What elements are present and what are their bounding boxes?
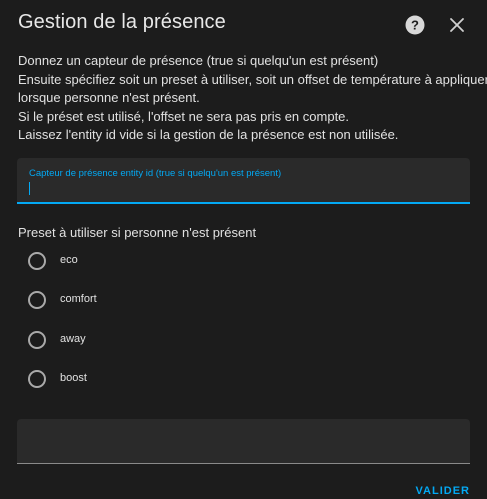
description-line: Laissez l'entity id vide si la gestion d…	[18, 127, 399, 142]
description-line: Ensuite spécifiez soit un preset à utili…	[18, 71, 487, 87]
preset-option-boost[interactable]: boost	[28, 370, 228, 390]
preset-option-label: boost	[60, 372, 87, 384]
radio-button-icon[interactable]	[28, 252, 46, 270]
preset-option-label: comfort	[60, 293, 97, 305]
preset-option-eco[interactable]: eco	[28, 252, 228, 272]
description-line: Donnez un capteur de présence (true si q…	[18, 53, 379, 68]
radio-button-icon[interactable]	[28, 291, 46, 309]
presence-sensor-label: Capteur de présence entity id (true si q…	[29, 168, 282, 179]
radio-button-icon[interactable]	[28, 331, 46, 349]
close-button[interactable]	[448, 16, 466, 34]
help-circle-icon: ?	[405, 15, 425, 35]
preset-option-label: eco	[60, 254, 78, 266]
dialog-title: Gestion de la présence	[18, 11, 226, 33]
description-line: lorsque personne n'est présent.	[18, 90, 200, 105]
preset-option-comfort[interactable]: comfort	[28, 291, 228, 311]
preset-option-away[interactable]: away	[28, 331, 228, 351]
submit-button[interactable]: VALIDER	[416, 485, 470, 497]
radio-button-icon[interactable]	[28, 370, 46, 388]
dialog-header: Gestion de la présence ?	[0, 0, 487, 52]
preset-section-label: Preset à utiliser si personne n'est prés…	[18, 225, 257, 240]
text-caret	[29, 182, 30, 195]
dialog-description: Donnez un capteur de présence (true si q…	[18, 52, 487, 145]
preset-option-label: away	[60, 333, 86, 345]
svg-text:?: ?	[411, 18, 419, 33]
presence-sensor-input[interactable]: Capteur de présence entity id (true si q…	[17, 158, 470, 204]
description-line: Si le préset est utilisé, l'offset ne se…	[18, 108, 350, 124]
presence-dialog: Gestion de la présence ? Donnez un capte…	[0, 0, 487, 499]
offset-input[interactable]	[17, 419, 470, 464]
help-button[interactable]: ?	[405, 15, 425, 35]
close-icon	[450, 18, 464, 32]
